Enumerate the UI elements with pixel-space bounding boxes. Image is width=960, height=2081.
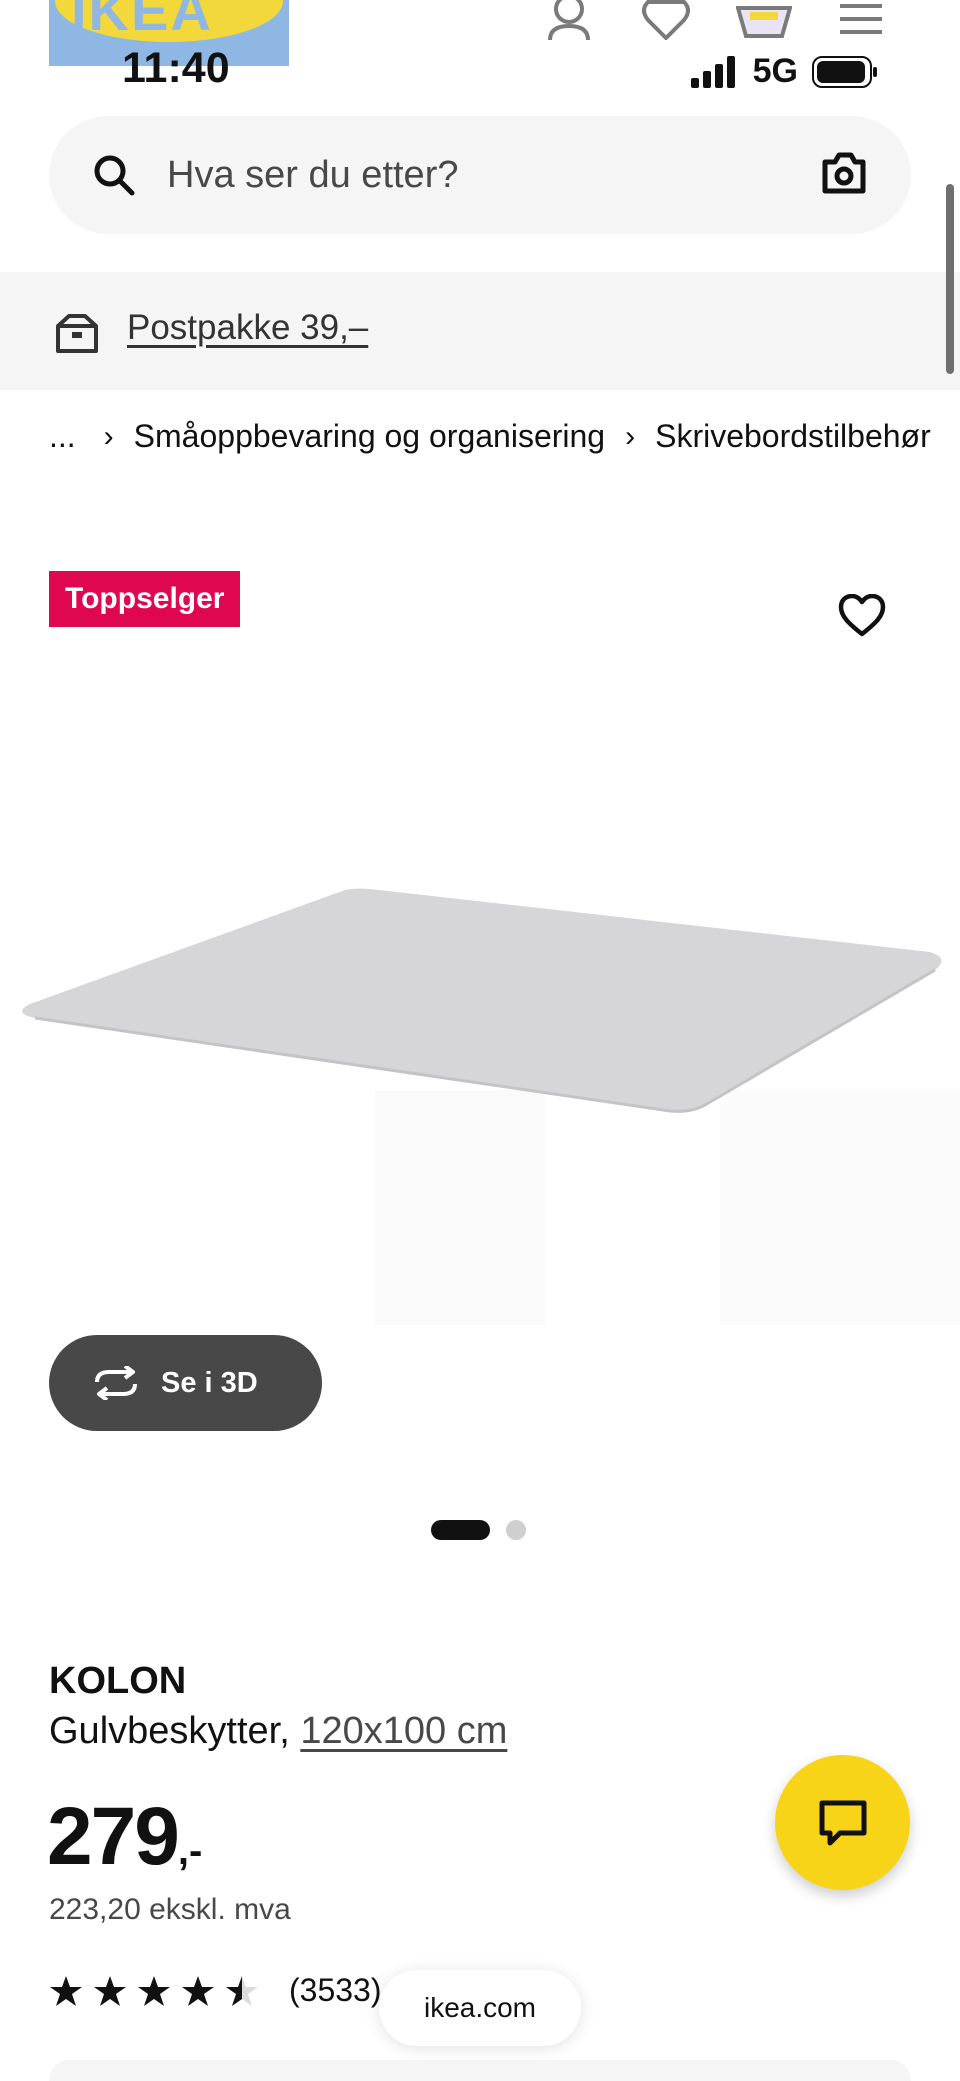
chat-button[interactable] [775, 1755, 910, 1890]
chevron-right-icon: › [625, 419, 636, 453]
star-icon [138, 1975, 170, 2006]
delivery-box-icon [56, 314, 98, 353]
carousel-indicator [431, 1520, 526, 1540]
delivery-banner[interactable]: Postpakke 39,– [0, 272, 960, 390]
favorite-heart-icon[interactable] [838, 594, 886, 638]
rating-count[interactable]: (3533) [289, 1972, 382, 2009]
breadcrumb-item-desk-accessories[interactable]: Skrivebordstilbehør [655, 418, 931, 455]
status-indicators: 5G [690, 52, 878, 91]
price-value: 279 [47, 1791, 180, 1882]
product-description: Gulvbeskytter, 120x100 cm [49, 1710, 507, 1753]
breadcrumb-ellipsis[interactable]: ... [49, 418, 76, 455]
star-icon [50, 1975, 82, 2006]
browser-url-pill[interactable]: ikea.com [379, 1970, 581, 2046]
next-section-card [49, 2060, 911, 2081]
star-icon [94, 1975, 126, 2006]
product-price: 279,- [47, 1790, 202, 1884]
status-time: 11:40 [122, 44, 230, 92]
logo-text: IKEA [71, 0, 213, 42]
carousel-dot-active[interactable] [431, 1520, 490, 1540]
basket-icon[interactable] [736, 0, 792, 40]
star-icon [182, 1975, 214, 2006]
search-bar[interactable]: Hva ser du etter? [49, 116, 911, 234]
price-ex-vat: 223,20 ekskl. mva [49, 1893, 291, 1926]
product-rating[interactable]: (3533) [49, 1972, 382, 2009]
network-label: 5G [752, 52, 798, 90]
camera-icon[interactable] [821, 152, 867, 194]
battery-icon [812, 55, 877, 88]
view-3d-button[interactable]: Se i 3D [49, 1335, 322, 1431]
signal-icon [690, 55, 735, 88]
top-seller-badge: Toppselger [49, 571, 241, 627]
search-icon[interactable] [93, 154, 135, 196]
product-image[interactable] [0, 860, 960, 1340]
carousel-dot[interactable] [506, 1520, 526, 1540]
product-name: KOLON [49, 1660, 187, 1702]
chat-bubble-icon [819, 1800, 866, 1845]
breadcrumb-item-storage[interactable]: Småoppbevaring og organisering [134, 418, 605, 455]
profile-icon[interactable] [544, 0, 594, 42]
rotate-3d-icon [95, 1366, 137, 1400]
search-input[interactable]: Hva ser du etter? [167, 154, 458, 197]
product-size-link[interactable]: 120x100 cm [300, 1710, 507, 1752]
heart-icon[interactable] [642, 0, 690, 40]
view-3d-label: Se i 3D [161, 1366, 258, 1399]
price-suffix: ,- [177, 1829, 203, 1873]
chevron-right-icon: › [103, 419, 114, 453]
breadcrumb: ... › Småoppbevaring og organisering › S… [49, 418, 931, 455]
delivery-link[interactable]: Postpakke 39,– [127, 308, 368, 348]
star-half-icon [226, 1975, 258, 2006]
menu-icon[interactable] [840, 0, 882, 36]
product-type: Gulvbeskytter, [49, 1710, 290, 1752]
scrollbar[interactable] [946, 184, 954, 374]
